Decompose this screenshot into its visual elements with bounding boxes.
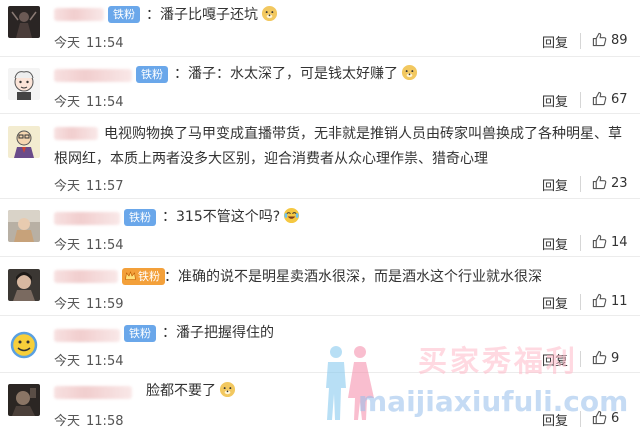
comment-item: 铁粉 ：315不管这个吗? 今天 11:54 回复 14 [0, 199, 640, 257]
reply-button[interactable]: 回复 [542, 175, 568, 194]
thumbs-up-icon [592, 410, 607, 425]
reply-button[interactable]: 回复 [542, 91, 568, 110]
like-count: 9 [611, 351, 620, 366]
username-blurred[interactable] [54, 69, 132, 82]
avatar[interactable] [8, 68, 40, 100]
like-button[interactable]: 89 [592, 32, 628, 48]
like-button[interactable]: 11 [592, 293, 628, 309]
comment-text: ：准确的说不是明星卖酒水很深，而是酒水这个行业就水很深 [164, 269, 542, 285]
username-blurred[interactable] [54, 386, 132, 399]
thumbs-up-icon [592, 32, 607, 47]
like-button[interactable]: 14 [592, 234, 628, 250]
divider [580, 294, 581, 310]
comment-text: ：315不管这个吗? [162, 205, 300, 230]
divider [580, 411, 581, 427]
timestamp: 今天 11:54 [54, 238, 124, 253]
comment-text: 电视购物换了马甲变成直播带货，无非就是推销人员由砖家叫兽换成了各种明星、草根网红… [54, 126, 622, 167]
like-count: 23 [611, 176, 628, 191]
like-count: 14 [611, 235, 628, 250]
username-blurred[interactable] [54, 270, 118, 283]
timestamp: 今天 11:54 [54, 95, 124, 110]
reply-button[interactable]: 回复 [542, 32, 568, 51]
doge-emoji [261, 5, 278, 22]
comment-text: ：潘子把握得住的 [162, 325, 274, 341]
reply-button[interactable]: 回复 [542, 234, 568, 253]
like-button[interactable]: 9 [592, 350, 619, 366]
divider [580, 176, 581, 192]
divider [580, 235, 581, 251]
thumbs-up-icon [592, 293, 607, 308]
comment-text: ：潘子比嘎子还坑 [146, 3, 278, 28]
crown-icon [125, 271, 136, 280]
comment-text: 脸都不要了 [146, 379, 236, 404]
reply-button[interactable]: 回复 [542, 410, 568, 429]
timestamp: 今天 11:54 [54, 36, 124, 51]
reply-button[interactable]: 回复 [542, 350, 568, 369]
like-button[interactable]: 67 [592, 91, 628, 107]
timestamp: 今天 11:58 [54, 414, 124, 429]
like-count: 11 [611, 294, 628, 309]
laugh-cry-emoji [284, 207, 300, 224]
comment-item: 铁粉 ：潘子：水太深了，可是钱太好赚了 今天 11:54 回复 67 [0, 57, 640, 114]
avatar[interactable] [8, 269, 40, 301]
fan-badge: 铁粉 [124, 325, 156, 342]
avatar[interactable] [8, 328, 40, 360]
avatar[interactable] [8, 6, 40, 38]
fan-badge: 铁粉 [124, 209, 156, 226]
fan-badge: 铁粉 [108, 6, 140, 23]
like-count: 67 [611, 92, 628, 107]
timestamp: 今天 11:59 [54, 297, 124, 312]
like-button[interactable]: 23 [592, 175, 628, 191]
username-blurred[interactable] [54, 329, 120, 342]
timestamp: 今天 11:54 [54, 354, 124, 369]
doge-emoji [401, 64, 418, 81]
divider [580, 92, 581, 108]
like-button[interactable]: 6 [592, 410, 619, 426]
thumbs-up-icon [592, 175, 607, 190]
username-blurred[interactable] [54, 212, 120, 225]
avatar[interactable] [8, 126, 40, 158]
thumbs-up-icon [592, 91, 607, 106]
comment-item: 电视购物换了马甲变成直播带货，无非就是推销人员由砖家叫兽换成了各种明星、草根网红… [0, 114, 640, 199]
comment-item: 铁粉 ：潘子比嘎子还坑 今天 11:54 回复 89 [0, 0, 640, 57]
comment-item: 铁粉 ：潘子把握得住的 今天 11:54 回复 9 [0, 316, 640, 373]
comment-item: 铁粉 ：准确的说不是明星卖酒水很深，而是酒水这个行业就水很深 今天 11:59 回… [0, 257, 640, 316]
avatar[interactable] [8, 384, 40, 416]
divider [580, 33, 581, 49]
fan-badge: 铁粉 [136, 66, 168, 83]
like-count: 89 [611, 33, 628, 48]
username-blurred[interactable] [54, 8, 104, 21]
comment-item: 脸都不要了 今天 11:58 回复 6 [0, 373, 640, 433]
avatar[interactable] [8, 210, 40, 242]
like-count: 6 [611, 411, 620, 426]
thumbs-up-icon [592, 234, 607, 249]
doge-emoji [219, 381, 236, 398]
comment-text: ：潘子：水太深了，可是钱太好赚了 [174, 62, 418, 87]
timestamp: 今天 11:57 [54, 179, 124, 194]
divider [580, 351, 581, 367]
thumbs-up-icon [592, 350, 607, 365]
fan-badge: 铁粉 [122, 268, 165, 285]
reply-button[interactable]: 回复 [542, 293, 568, 312]
